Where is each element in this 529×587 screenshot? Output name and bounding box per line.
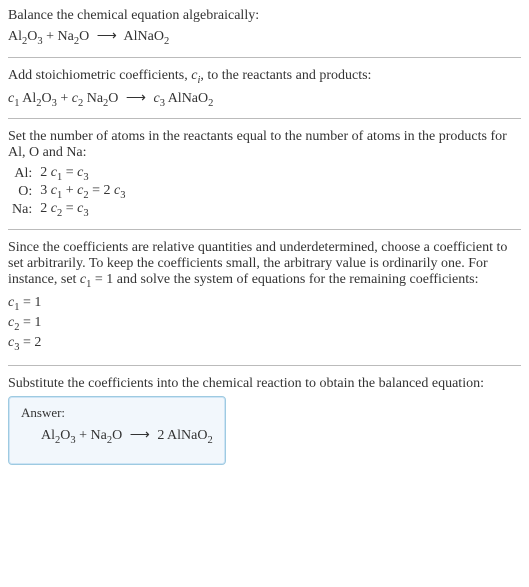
val: = 1	[19, 295, 41, 310]
prompt-section: Balance the chemical equation algebraica…	[8, 8, 521, 47]
product-1: AlNaO2	[167, 428, 213, 443]
txt: Na	[91, 428, 107, 443]
txt: Add stoichiometric coefficients,	[8, 68, 191, 83]
reactant-2: Na2O	[87, 91, 119, 106]
table-row: Al: 2 c1 = c3	[8, 165, 129, 183]
divider	[8, 57, 521, 58]
reactant-1: Al2O3	[41, 428, 76, 443]
product-1: AlNaO2	[168, 91, 214, 106]
plus: +	[57, 91, 72, 106]
txt: O	[108, 91, 118, 106]
txt: = 1	[91, 272, 113, 287]
txt: =	[62, 201, 77, 216]
txt: Na	[58, 29, 74, 44]
table-row: O: 3 c1 + c2 = 2 c3	[8, 183, 129, 201]
step-2-text: Set the number of atoms in the reactants…	[8, 129, 521, 161]
val: = 1	[19, 315, 41, 330]
txt: O	[60, 428, 70, 443]
sub: 2	[207, 435, 212, 446]
prompt-equation: Al2O3 + Na2O ⟶ AlNaO2	[8, 28, 521, 47]
txt: Al	[41, 428, 55, 443]
txt: O	[27, 29, 37, 44]
coef: 2	[157, 428, 167, 443]
txt: and solve the system of equations for th…	[113, 272, 478, 287]
atom-balance-table: Al: 2 c1 = c3 O: 3 c1 + c2 = 2 c3 Na: 2 …	[8, 165, 129, 218]
step-3-text: Since the coefficients are relative quan…	[8, 240, 521, 290]
reactant-1: Al2O3	[8, 29, 43, 44]
balance-equation: 2 c2 = c3	[36, 201, 129, 219]
txt: Al	[8, 29, 22, 44]
coef-line: c2 = 1	[8, 314, 521, 334]
table-row: Na: 2 c2 = c3	[8, 201, 129, 219]
sub: 2	[164, 36, 169, 47]
txt: Al	[22, 91, 36, 106]
reactant-2: Na2O	[91, 428, 123, 443]
answer-equation: Al2O3 + Na2O ⟶ 2 AlNaO2	[21, 427, 213, 446]
step-1-equation: c1 Al2O3 + c2 Na2O ⟶ c3 AlNaO2	[8, 90, 521, 109]
step-1-text: Add stoichiometric coefficients, ci, to …	[8, 68, 521, 86]
step-2-section: Set the number of atoms in the reactants…	[8, 129, 521, 218]
val: = 2	[19, 335, 41, 350]
step-3-section: Since the coefficients are relative quan…	[8, 240, 521, 355]
arrow-icon: ⟶	[126, 90, 146, 107]
step-4-section: Substitute the coefficients into the che…	[8, 376, 521, 465]
balance-equation: 3 c1 + c2 = 2 c3	[36, 183, 129, 201]
txt: 2	[40, 165, 51, 180]
arrow-icon: ⟶	[130, 427, 150, 444]
sub: 2	[208, 97, 213, 108]
coefficient-solution: c1 = 1 c2 = 1 c3 = 2	[8, 294, 521, 355]
reactant-2: Na2O	[58, 29, 90, 44]
sub: 1	[14, 97, 19, 108]
divider	[8, 118, 521, 119]
txt: 3	[40, 183, 51, 198]
txt: 2	[40, 201, 51, 216]
txt: +	[62, 183, 77, 198]
txt: = 2	[89, 183, 114, 198]
divider	[8, 365, 521, 366]
plus: +	[76, 428, 91, 443]
element-label: Na:	[8, 201, 36, 219]
reactant-1: Al2O3	[22, 91, 57, 106]
plus: +	[43, 29, 58, 44]
element-label: Al:	[8, 165, 36, 183]
txt: Na	[87, 91, 103, 106]
step-1-section: Add stoichiometric coefficients, ci, to …	[8, 68, 521, 109]
step-4-text: Substitute the coefficients into the che…	[8, 376, 521, 392]
txt: AlNaO	[124, 29, 164, 44]
coef-line: c1 = 1	[8, 294, 521, 314]
prompt-title: Balance the chemical equation algebraica…	[8, 8, 521, 24]
answer-label: Answer:	[21, 405, 213, 421]
sub: 3	[160, 97, 165, 108]
answer-box: Answer: Al2O3 + Na2O ⟶ 2 AlNaO2	[8, 396, 226, 465]
sub: 2	[78, 97, 83, 108]
txt: O	[41, 91, 51, 106]
txt: , to the reactants and products:	[200, 68, 371, 83]
balance-equation: 2 c1 = c3	[36, 165, 129, 183]
txt: =	[62, 165, 77, 180]
txt: O	[112, 428, 122, 443]
element-label: O:	[8, 183, 36, 201]
sub: 3	[83, 208, 88, 219]
coef-line: c3 = 2	[8, 334, 521, 354]
arrow-icon: ⟶	[97, 28, 117, 45]
divider	[8, 229, 521, 230]
txt: AlNaO	[168, 91, 208, 106]
sub: 3	[83, 172, 88, 183]
txt: O	[79, 29, 89, 44]
product-1: AlNaO2	[124, 29, 170, 44]
txt: AlNaO	[167, 428, 207, 443]
sub: 3	[120, 190, 125, 201]
